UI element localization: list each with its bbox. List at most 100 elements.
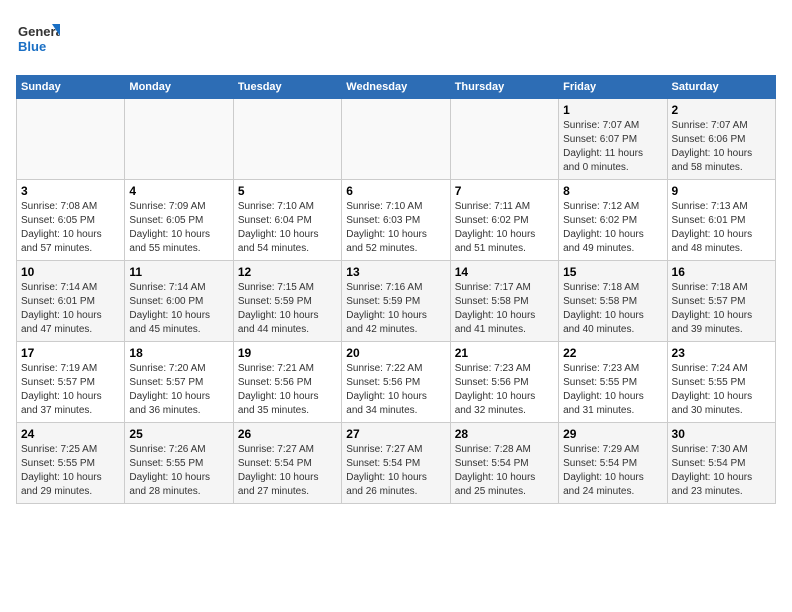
day-info: Sunrise: 7:23 AM Sunset: 5:56 PM Dayligh… <box>455 362 554 418</box>
day-info: Sunrise: 7:10 AM Sunset: 6:03 PM Dayligh… <box>346 200 445 256</box>
page: General Blue SundayMondayTuesdayWednesda… <box>0 0 792 514</box>
calendar-day-cell: 15 Sunrise: 7:18 AM Sunset: 5:58 PM Dayli… <box>559 261 667 342</box>
day-info: Sunrise: 7:13 AM Sunset: 6:01 PM Dayligh… <box>672 200 771 256</box>
day-number: 17 <box>21 346 120 360</box>
day-info: Sunrise: 7:23 AM Sunset: 5:55 PM Dayligh… <box>563 362 662 418</box>
day-number: 30 <box>672 427 771 441</box>
calendar-day-cell: 26 Sunrise: 7:27 AM Sunset: 5:54 PM Dayli… <box>233 423 341 504</box>
day-number: 22 <box>563 346 662 360</box>
weekday-header: Friday <box>559 76 667 99</box>
calendar-day-cell: 13 Sunrise: 7:16 AM Sunset: 5:59 PM Dayli… <box>342 261 450 342</box>
weekday-header: Wednesday <box>342 76 450 99</box>
day-number: 7 <box>455 184 554 198</box>
calendar-day-cell: 30 Sunrise: 7:30 AM Sunset: 5:54 PM Dayli… <box>667 423 775 504</box>
day-info: Sunrise: 7:24 AM Sunset: 5:55 PM Dayligh… <box>672 362 771 418</box>
day-number: 5 <box>238 184 337 198</box>
day-info: Sunrise: 7:21 AM Sunset: 5:56 PM Dayligh… <box>238 362 337 418</box>
day-number: 27 <box>346 427 445 441</box>
day-number: 28 <box>455 427 554 441</box>
calendar-day-cell: 27Sunrise: 7:27 AM Sunset: 5:54 PM Dayli… <box>342 423 450 504</box>
calendar-header-row: SundayMondayTuesdayWednesdayThursdayFrid… <box>17 76 776 99</box>
day-info: Sunrise: 7:25 AM Sunset: 5:55 PM Dayligh… <box>21 443 120 499</box>
day-info: Sunrise: 7:10 AM Sunset: 6:04 PM Dayligh… <box>238 200 337 256</box>
calendar-table: SundayMondayTuesdayWednesdayThursdayFrid… <box>16 75 776 504</box>
calendar-day-cell: 11 Sunrise: 7:14 AM Sunset: 6:00 PM Dayli… <box>125 261 233 342</box>
day-number: 19 <box>238 346 337 360</box>
header: General Blue <box>16 16 776 65</box>
calendar-day-cell: 4 Sunrise: 7:09 AM Sunset: 6:05 PM Daylig… <box>125 180 233 261</box>
day-number: 1 <box>563 103 662 117</box>
calendar-day-cell: 17 Sunrise: 7:19 AM Sunset: 5:57 PM Dayli… <box>17 342 125 423</box>
weekday-header: Saturday <box>667 76 775 99</box>
weekday-header: Thursday <box>450 76 558 99</box>
day-number: 15 <box>563 265 662 279</box>
day-info: Sunrise: 7:07 AM Sunset: 6:07 PM Dayligh… <box>563 119 662 175</box>
day-number: 20 <box>346 346 445 360</box>
day-info: Sunrise: 7:11 AM Sunset: 6:02 PM Dayligh… <box>455 200 554 256</box>
day-number: 16 <box>672 265 771 279</box>
day-info: Sunrise: 7:18 AM Sunset: 5:58 PM Dayligh… <box>563 281 662 337</box>
calendar-day-cell <box>233 99 341 180</box>
day-info: Sunrise: 7:16 AM Sunset: 5:59 PM Dayligh… <box>346 281 445 337</box>
day-number: 18 <box>129 346 228 360</box>
day-number: 14 <box>455 265 554 279</box>
day-info: Sunrise: 7:08 AM Sunset: 6:05 PM Dayligh… <box>21 200 120 256</box>
calendar-day-cell <box>125 99 233 180</box>
day-number: 25 <box>129 427 228 441</box>
calendar-day-cell: 10 Sunrise: 7:14 AM Sunset: 6:01 PM Dayli… <box>17 261 125 342</box>
calendar-day-cell: 12 Sunrise: 7:15 AM Sunset: 5:59 PM Dayli… <box>233 261 341 342</box>
weekday-header: Sunday <box>17 76 125 99</box>
calendar-day-cell: 7 Sunrise: 7:11 AM Sunset: 6:02 PM Daylig… <box>450 180 558 261</box>
day-info: Sunrise: 7:14 AM Sunset: 6:01 PM Dayligh… <box>21 281 120 337</box>
day-number: 4 <box>129 184 228 198</box>
logo: General Blue <box>16 16 60 65</box>
calendar-day-cell: 25 Sunrise: 7:26 AM Sunset: 5:55 PM Dayli… <box>125 423 233 504</box>
day-number: 13 <box>346 265 445 279</box>
calendar-day-cell: 3 Sunrise: 7:08 AM Sunset: 6:05 PM Daylig… <box>17 180 125 261</box>
calendar-week-row: 24 Sunrise: 7:25 AM Sunset: 5:55 PM Dayli… <box>17 423 776 504</box>
day-number: 26 <box>238 427 337 441</box>
calendar-week-row: 10 Sunrise: 7:14 AM Sunset: 6:01 PM Dayli… <box>17 261 776 342</box>
day-number: 6 <box>346 184 445 198</box>
calendar-week-row: 1 Sunrise: 7:07 AM Sunset: 6:07 PM Daylig… <box>17 99 776 180</box>
day-info: Sunrise: 7:27 AM Sunset: 5:54 PM Dayligh… <box>238 443 337 499</box>
logo-icon: General Blue <box>16 16 60 60</box>
calendar-day-cell <box>342 99 450 180</box>
day-number: 29 <box>563 427 662 441</box>
day-info: Sunrise: 7:12 AM Sunset: 6:02 PM Dayligh… <box>563 200 662 256</box>
svg-text:Blue: Blue <box>18 39 46 54</box>
calendar-day-cell: 14Sunrise: 7:17 AM Sunset: 5:58 PM Dayli… <box>450 261 558 342</box>
day-info: Sunrise: 7:22 AM Sunset: 5:56 PM Dayligh… <box>346 362 445 418</box>
day-info: Sunrise: 7:09 AM Sunset: 6:05 PM Dayligh… <box>129 200 228 256</box>
day-number: 21 <box>455 346 554 360</box>
calendar-day-cell: 21 Sunrise: 7:23 AM Sunset: 5:56 PM Dayli… <box>450 342 558 423</box>
day-number: 23 <box>672 346 771 360</box>
day-number: 24 <box>21 427 120 441</box>
calendar-day-cell <box>450 99 558 180</box>
calendar-week-row: 3 Sunrise: 7:08 AM Sunset: 6:05 PM Daylig… <box>17 180 776 261</box>
day-info: Sunrise: 7:07 AM Sunset: 6:06 PM Dayligh… <box>672 119 771 175</box>
day-info: Sunrise: 7:30 AM Sunset: 5:54 PM Dayligh… <box>672 443 771 499</box>
day-info: Sunrise: 7:26 AM Sunset: 5:55 PM Dayligh… <box>129 443 228 499</box>
calendar-day-cell: 8Sunrise: 7:12 AM Sunset: 6:02 PM Daylig… <box>559 180 667 261</box>
day-info: Sunrise: 7:15 AM Sunset: 5:59 PM Dayligh… <box>238 281 337 337</box>
day-number: 12 <box>238 265 337 279</box>
calendar-day-cell: 9Sunrise: 7:13 AM Sunset: 6:01 PM Daylig… <box>667 180 775 261</box>
calendar-day-cell: 5 Sunrise: 7:10 AM Sunset: 6:04 PM Daylig… <box>233 180 341 261</box>
calendar-day-cell: 29Sunrise: 7:29 AM Sunset: 5:54 PM Dayli… <box>559 423 667 504</box>
day-info: Sunrise: 7:14 AM Sunset: 6:00 PM Dayligh… <box>129 281 228 337</box>
day-number: 3 <box>21 184 120 198</box>
calendar-day-cell: 18Sunrise: 7:20 AM Sunset: 5:57 PM Dayli… <box>125 342 233 423</box>
day-info: Sunrise: 7:28 AM Sunset: 5:54 PM Dayligh… <box>455 443 554 499</box>
calendar-day-cell: 16Sunrise: 7:18 AM Sunset: 5:57 PM Dayli… <box>667 261 775 342</box>
calendar-day-cell: 19 Sunrise: 7:21 AM Sunset: 5:56 PM Dayli… <box>233 342 341 423</box>
day-number: 10 <box>21 265 120 279</box>
weekday-header: Monday <box>125 76 233 99</box>
calendar-day-cell: 6 Sunrise: 7:10 AM Sunset: 6:03 PM Daylig… <box>342 180 450 261</box>
calendar-day-cell: 1 Sunrise: 7:07 AM Sunset: 6:07 PM Daylig… <box>559 99 667 180</box>
day-number: 11 <box>129 265 228 279</box>
calendar-day-cell: 20 Sunrise: 7:22 AM Sunset: 5:56 PM Dayli… <box>342 342 450 423</box>
calendar-day-cell: 23 Sunrise: 7:24 AM Sunset: 5:55 PM Dayli… <box>667 342 775 423</box>
day-info: Sunrise: 7:19 AM Sunset: 5:57 PM Dayligh… <box>21 362 120 418</box>
calendar-day-cell: 2Sunrise: 7:07 AM Sunset: 6:06 PM Daylig… <box>667 99 775 180</box>
